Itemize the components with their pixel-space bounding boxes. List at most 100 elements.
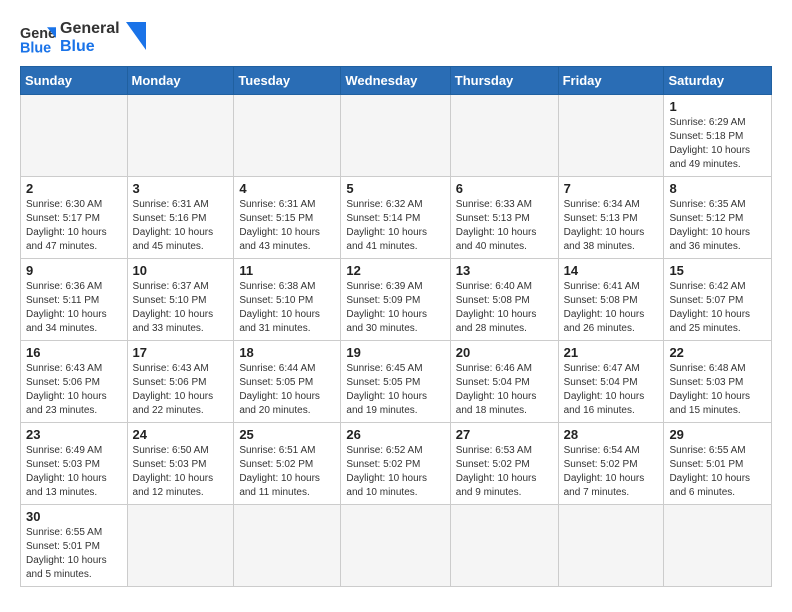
day-number: 12 <box>346 263 444 278</box>
calendar-cell: 26 Sunrise: 6:52 AMSunset: 5:02 PMDayligh… <box>341 423 450 505</box>
calendar-cell <box>234 95 341 177</box>
day-info: Sunrise: 6:55 AMSunset: 5:01 PMDaylight:… <box>26 526 122 582</box>
day-number: 18 <box>239 345 335 360</box>
calendar-cell <box>127 505 234 587</box>
day-info: Sunrise: 6:40 AMSunset: 5:08 PMDaylight:… <box>456 280 553 336</box>
day-info: Sunrise: 6:39 AMSunset: 5:09 PMDaylight:… <box>346 280 444 336</box>
day-number: 4 <box>239 181 335 196</box>
day-number: 10 <box>133 263 229 278</box>
day-number: 22 <box>669 345 766 360</box>
day-number: 9 <box>26 263 122 278</box>
calendar-cell: 12 Sunrise: 6:39 AMSunset: 5:09 PMDayligh… <box>341 259 450 341</box>
day-number: 24 <box>133 427 229 442</box>
day-number: 28 <box>564 427 659 442</box>
day-number: 2 <box>26 181 122 196</box>
calendar-cell: 17 Sunrise: 6:43 AMSunset: 5:06 PMDayligh… <box>127 341 234 423</box>
day-number: 27 <box>456 427 553 442</box>
day-info: Sunrise: 6:36 AMSunset: 5:11 PMDaylight:… <box>26 280 122 336</box>
day-info: Sunrise: 6:50 AMSunset: 5:03 PMDaylight:… <box>133 444 229 500</box>
day-number: 8 <box>669 181 766 196</box>
calendar-cell: 28 Sunrise: 6:54 AMSunset: 5:02 PMDayligh… <box>558 423 664 505</box>
calendar-cell: 22 Sunrise: 6:48 AMSunset: 5:03 PMDayligh… <box>664 341 772 423</box>
day-info: Sunrise: 6:29 AMSunset: 5:18 PMDaylight:… <box>669 116 766 172</box>
weekday-header-sunday: Sunday <box>21 67 128 95</box>
week-row-4: 23Sunrise: 6:49 AMSunset: 5:03 PMDayligh… <box>21 423 772 505</box>
day-info: Sunrise: 6:41 AMSunset: 5:08 PMDaylight:… <box>564 280 659 336</box>
page: General Blue General Blue SundayMondayTu… <box>0 0 792 603</box>
logo-general: General <box>60 20 120 38</box>
week-row-5: 30Sunrise: 6:55 AMSunset: 5:01 PMDayligh… <box>21 505 772 587</box>
day-number: 7 <box>564 181 659 196</box>
day-number: 14 <box>564 263 659 278</box>
logo: General Blue General Blue <box>20 20 146 56</box>
day-info: Sunrise: 6:32 AMSunset: 5:14 PMDaylight:… <box>346 198 444 254</box>
day-info: Sunrise: 6:54 AMSunset: 5:02 PMDaylight:… <box>564 444 659 500</box>
logo-triangle-icon <box>126 22 146 50</box>
calendar-cell: 10 Sunrise: 6:37 AMSunset: 5:10 PMDayligh… <box>127 259 234 341</box>
day-number: 5 <box>346 181 444 196</box>
calendar-cell: 30Sunrise: 6:55 AMSunset: 5:01 PMDayligh… <box>21 505 128 587</box>
day-number: 26 <box>346 427 444 442</box>
calendar-cell: 16 Sunrise: 6:43 AMSunset: 5:06 PMDayligh… <box>21 341 128 423</box>
day-info: Sunrise: 6:53 AMSunset: 5:02 PMDaylight:… <box>456 444 553 500</box>
week-row-1: 2Sunrise: 6:30 AMSunset: 5:17 PMDaylight… <box>21 177 772 259</box>
calendar-cell <box>127 95 234 177</box>
weekday-header-tuesday: Tuesday <box>234 67 341 95</box>
calendar-cell: 6Sunrise: 6:33 AMSunset: 5:13 PMDaylight… <box>450 177 558 259</box>
weekday-header-saturday: Saturday <box>664 67 772 95</box>
calendar-cell: 14 Sunrise: 6:41 AMSunset: 5:08 PMDayligh… <box>558 259 664 341</box>
calendar-cell: 29 Sunrise: 6:55 AMSunset: 5:01 PMDayligh… <box>664 423 772 505</box>
day-info: Sunrise: 6:43 AMSunset: 5:06 PMDaylight:… <box>26 362 122 418</box>
calendar-cell: 7Sunrise: 6:34 AMSunset: 5:13 PMDaylight… <box>558 177 664 259</box>
day-info: Sunrise: 6:49 AMSunset: 5:03 PMDaylight:… <box>26 444 122 500</box>
calendar-cell <box>450 95 558 177</box>
calendar-cell: 25Sunrise: 6:51 AMSunset: 5:02 PMDayligh… <box>234 423 341 505</box>
day-number: 16 <box>26 345 122 360</box>
svg-text:Blue: Blue <box>20 40 51 56</box>
day-info: Sunrise: 6:52 AMSunset: 5:02 PMDaylight:… <box>346 444 444 500</box>
day-info: Sunrise: 6:44 AMSunset: 5:05 PMDaylight:… <box>239 362 335 418</box>
calendar-cell <box>21 95 128 177</box>
calendar-cell <box>664 505 772 587</box>
calendar-cell: 19Sunrise: 6:45 AMSunset: 5:05 PMDayligh… <box>341 341 450 423</box>
day-info: Sunrise: 6:46 AMSunset: 5:04 PMDaylight:… <box>456 362 553 418</box>
weekday-header-wednesday: Wednesday <box>341 67 450 95</box>
day-info: Sunrise: 6:43 AMSunset: 5:06 PMDaylight:… <box>133 362 229 418</box>
week-row-2: 9 Sunrise: 6:36 AMSunset: 5:11 PMDaylight… <box>21 259 772 341</box>
day-number: 21 <box>564 345 659 360</box>
calendar-cell: 18 Sunrise: 6:44 AMSunset: 5:05 PMDayligh… <box>234 341 341 423</box>
calendar-cell: 8Sunrise: 6:35 AMSunset: 5:12 PMDaylight… <box>664 177 772 259</box>
day-number: 29 <box>669 427 766 442</box>
day-number: 17 <box>133 345 229 360</box>
logo-blue: Blue <box>60 38 120 56</box>
calendar-table: SundayMondayTuesdayWednesdayThursdayFrid… <box>20 66 772 587</box>
calendar-cell <box>341 505 450 587</box>
calendar-cell: 4 Sunrise: 6:31 AMSunset: 5:15 PMDaylight… <box>234 177 341 259</box>
weekday-header-thursday: Thursday <box>450 67 558 95</box>
day-number: 13 <box>456 263 553 278</box>
calendar-cell: 20 Sunrise: 6:46 AMSunset: 5:04 PMDayligh… <box>450 341 558 423</box>
weekday-header-monday: Monday <box>127 67 234 95</box>
calendar-cell <box>234 505 341 587</box>
day-info: Sunrise: 6:31 AMSunset: 5:15 PMDaylight:… <box>239 198 335 254</box>
calendar-cell <box>558 505 664 587</box>
day-info: Sunrise: 6:33 AMSunset: 5:13 PMDaylight:… <box>456 198 553 254</box>
day-number: 15 <box>669 263 766 278</box>
day-info: Sunrise: 6:48 AMSunset: 5:03 PMDaylight:… <box>669 362 766 418</box>
weekday-header-friday: Friday <box>558 67 664 95</box>
calendar-cell <box>450 505 558 587</box>
day-number: 25 <box>239 427 335 442</box>
week-row-0: 1 Sunrise: 6:29 AMSunset: 5:18 PMDaylight… <box>21 95 772 177</box>
calendar-cell: 21 Sunrise: 6:47 AMSunset: 5:04 PMDayligh… <box>558 341 664 423</box>
day-info: Sunrise: 6:47 AMSunset: 5:04 PMDaylight:… <box>564 362 659 418</box>
day-number: 1 <box>669 99 766 114</box>
weekday-header-row: SundayMondayTuesdayWednesdayThursdayFrid… <box>21 67 772 95</box>
day-info: Sunrise: 6:38 AMSunset: 5:10 PMDaylight:… <box>239 280 335 336</box>
day-info: Sunrise: 6:55 AMSunset: 5:01 PMDaylight:… <box>669 444 766 500</box>
week-row-3: 16 Sunrise: 6:43 AMSunset: 5:06 PMDayligh… <box>21 341 772 423</box>
calendar-cell <box>341 95 450 177</box>
calendar-cell: 24 Sunrise: 6:50 AMSunset: 5:03 PMDayligh… <box>127 423 234 505</box>
day-number: 20 <box>456 345 553 360</box>
day-info: Sunrise: 6:37 AMSunset: 5:10 PMDaylight:… <box>133 280 229 336</box>
day-number: 11 <box>239 263 335 278</box>
